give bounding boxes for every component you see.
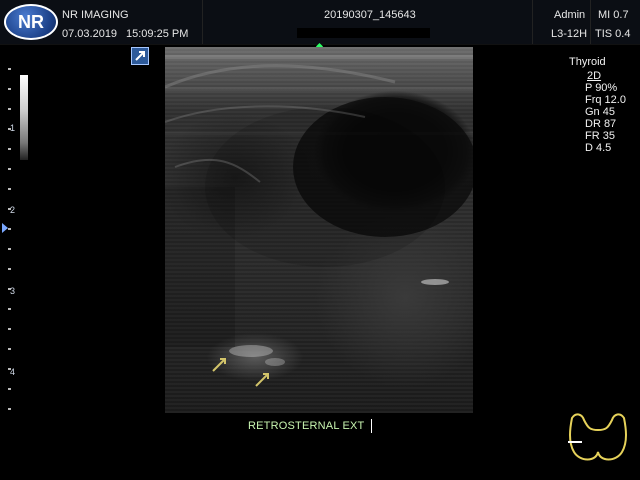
depth-tick	[8, 88, 11, 90]
depth-tick	[8, 248, 11, 250]
depth-tick	[8, 348, 11, 350]
param-dynamic-range: DR 87	[585, 118, 617, 130]
mode-label[interactable]: 2D	[587, 70, 640, 82]
depth-tick	[8, 228, 11, 230]
depth-tick	[8, 168, 11, 170]
depth-tick	[8, 408, 11, 410]
depth-tick	[8, 308, 11, 310]
orientation-icon[interactable]	[131, 47, 149, 65]
user-name: Admin	[554, 9, 586, 21]
tis-index: TIS 0.4	[595, 28, 631, 40]
logo-text: NR	[18, 12, 44, 32]
thyroid-bodymark-icon[interactable]	[562, 408, 634, 464]
study-id: 20190307_145643	[324, 9, 416, 21]
param-power: P 90%	[585, 82, 618, 94]
depth-label-4: 4	[10, 367, 16, 377]
text-cursor	[371, 419, 372, 433]
grayscale-bar	[20, 75, 28, 160]
annotation-text[interactable]: RETROSTERNAL EXT	[248, 420, 364, 432]
focus-marker-icon[interactable]	[2, 223, 8, 233]
redacted-patient-name	[297, 28, 430, 38]
depth-label-3: 3	[10, 286, 16, 296]
param-depth: D 4.5	[585, 142, 612, 154]
mi-index: MI 0.7	[598, 9, 629, 21]
param-frame-rate: FR 35	[585, 130, 615, 142]
header-bar: NR NR IMAGING 07.03.2019 15:09:25 PM 201…	[0, 0, 640, 45]
arrow-marker-icon[interactable]	[210, 354, 230, 374]
depth-tick	[8, 188, 11, 190]
header-separator	[532, 0, 533, 44]
study-time: 15:09:25 PM	[126, 28, 189, 40]
acquisition-parameters: Thyroid 2D P 90% Frq 12.0 Gn 45 DR 87 FR…	[569, 56, 640, 154]
clinic-name: NR IMAGING	[62, 9, 129, 21]
arrow-marker-icon[interactable]	[253, 369, 273, 389]
param-frequency: Frq 12.0	[585, 94, 626, 106]
depth-tick	[8, 388, 11, 390]
nr-logo: NR	[4, 4, 58, 40]
header-separator	[202, 0, 203, 44]
depth-tick	[8, 268, 11, 270]
probe-name: L3-12H	[551, 28, 588, 40]
depth-tick	[8, 68, 11, 70]
study-date: 07.03.2019	[62, 28, 118, 40]
param-gain: Gn 45	[585, 106, 615, 118]
depth-label-2: 2	[10, 205, 16, 215]
preset-label: Thyroid	[569, 56, 606, 68]
depth-tick	[8, 148, 11, 150]
header-separator	[590, 0, 591, 44]
depth-label-1: 1	[10, 123, 16, 133]
depth-tick	[8, 328, 11, 330]
depth-tick	[8, 108, 11, 110]
